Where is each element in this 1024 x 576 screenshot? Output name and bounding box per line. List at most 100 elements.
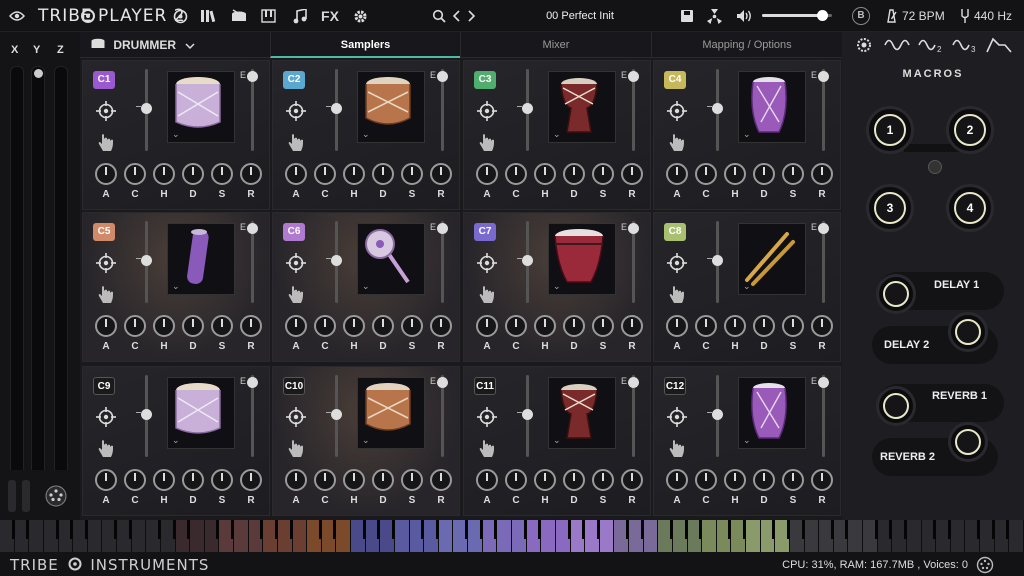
pan-slider[interactable] (628, 375, 639, 457)
hand-pointer-icon[interactable] (287, 133, 305, 153)
envelope-knob[interactable] (505, 469, 527, 491)
level-slider[interactable] (141, 69, 152, 151)
pan-slider[interactable] (628, 221, 639, 303)
piano-white-key[interactable] (1009, 520, 1024, 552)
level-slider-handle[interactable] (331, 409, 342, 420)
level-slider-handle[interactable] (522, 255, 533, 266)
pan-slider-handle[interactable] (818, 223, 829, 234)
pan-slider[interactable] (247, 375, 258, 457)
cell-id-badge[interactable]: C11 (474, 377, 496, 395)
pan-slider-handle[interactable] (437, 377, 448, 388)
edit-label[interactable]: E (430, 376, 436, 386)
hand-pointer-icon[interactable] (668, 439, 686, 459)
edit-label[interactable]: E (811, 222, 817, 232)
envelope-knob[interactable] (240, 469, 262, 491)
pan-slider[interactable] (437, 375, 448, 457)
envelope-knob[interactable] (811, 469, 833, 491)
level-slider-handle[interactable] (141, 255, 152, 266)
envelope-knob[interactable] (285, 163, 307, 185)
preset-name[interactable]: 00 Perfect Init (490, 6, 670, 26)
hand-pointer-icon[interactable] (478, 439, 496, 459)
cell-id-badge[interactable]: C12 (664, 377, 686, 395)
speaker-icon[interactable] (734, 0, 754, 32)
piano-white-key[interactable] (950, 520, 966, 552)
prev-preset-icon[interactable] (449, 0, 463, 32)
envelope-knob[interactable] (724, 315, 746, 337)
tab-mixer[interactable]: Mixer (460, 32, 651, 58)
piano-keyboard[interactable] (0, 520, 1024, 552)
cell-id-badge[interactable]: C5 (93, 223, 115, 241)
pan-slider-handle[interactable] (437, 71, 448, 82)
drum-thumbnail[interactable]: E ⌄ (738, 222, 817, 295)
envelope-knob[interactable] (95, 469, 117, 491)
cell-id-badge[interactable]: C9 (93, 377, 115, 395)
pan-slider-handle[interactable] (247, 71, 258, 82)
volume-knob[interactable] (816, 10, 828, 21)
drum-thumbnail[interactable]: E ⌄ (548, 376, 627, 449)
cell-id-badge[interactable]: C3 (474, 71, 496, 89)
edit-label[interactable]: E (621, 222, 627, 232)
pan-slider-handle[interactable] (818, 377, 829, 388)
level-slider[interactable] (141, 375, 152, 457)
level-slider-handle[interactable] (331, 103, 342, 114)
envelope-knob[interactable] (372, 163, 394, 185)
level-slider[interactable] (331, 69, 342, 151)
macro-tab-icon[interactable] (854, 36, 874, 54)
envelope-knob[interactable] (666, 469, 688, 491)
hand-pointer-icon[interactable] (97, 439, 115, 459)
piano-white-key[interactable] (848, 520, 864, 552)
envelope-knob[interactable] (182, 469, 204, 491)
delay1-knob[interactable] (876, 274, 916, 314)
edit-label[interactable]: E (240, 70, 246, 80)
edit-label[interactable]: E (240, 376, 246, 386)
level-slider[interactable] (712, 69, 723, 151)
envelope-knob[interactable] (592, 469, 614, 491)
piano-white-key[interactable] (438, 520, 454, 552)
macro-knob-3[interactable]: 3 (866, 184, 914, 232)
piano-white-key[interactable] (131, 520, 147, 552)
envelope-knob[interactable] (211, 469, 233, 491)
envelope-knob[interactable] (592, 315, 614, 337)
envelope-knob[interactable] (343, 315, 365, 337)
library-icon[interactable] (198, 0, 218, 32)
envelope-knob[interactable] (124, 163, 146, 185)
chevron-down-icon[interactable]: ⌄ (743, 129, 751, 140)
envelope-knob[interactable] (782, 315, 804, 337)
level-slider-handle[interactable] (522, 103, 533, 114)
macro-knob-2[interactable]: 2 (946, 106, 994, 154)
envelope-knob[interactable] (211, 315, 233, 337)
envelope-knob[interactable] (695, 163, 717, 185)
envelope-knob[interactable] (314, 469, 336, 491)
macro-knob-1[interactable]: 1 (866, 106, 914, 154)
fx-button[interactable]: FX (318, 0, 342, 32)
chevron-down-icon[interactable]: ⌄ (362, 435, 370, 446)
x-slider[interactable] (10, 66, 24, 496)
pan-slider-handle[interactable] (437, 223, 448, 234)
midi-settings-icon[interactable] (976, 556, 994, 574)
level-slider-handle[interactable] (141, 409, 152, 420)
chevron-down-icon[interactable]: ⌄ (172, 435, 180, 446)
envelope-knob[interactable] (182, 163, 204, 185)
pan-slider-handle[interactable] (247, 377, 258, 388)
envelope-knob[interactable] (621, 315, 643, 337)
envelope-knob[interactable] (182, 315, 204, 337)
keyboard-icon[interactable] (258, 0, 278, 32)
envelope-knob[interactable] (476, 163, 498, 185)
level-slider[interactable] (522, 375, 533, 457)
crosshair-icon[interactable] (96, 253, 116, 273)
cell-id-badge[interactable]: C6 (283, 223, 305, 241)
envelope-knob[interactable] (95, 163, 117, 185)
pan-slider-handle[interactable] (628, 377, 639, 388)
piano-white-key[interactable] (497, 520, 512, 552)
crosshair-icon[interactable] (286, 101, 306, 121)
envelope-knob[interactable] (153, 163, 175, 185)
save-icon[interactable] (678, 0, 696, 32)
crosshair-icon[interactable] (286, 253, 306, 273)
pan-slider[interactable] (247, 69, 258, 151)
chevron-down-icon[interactable]: ⌄ (743, 435, 751, 446)
envelope-knob[interactable] (666, 163, 688, 185)
envelope-knob[interactable] (782, 469, 804, 491)
hand-pointer-icon[interactable] (668, 133, 686, 153)
level-slider[interactable] (522, 221, 533, 303)
cell-id-badge[interactable]: C4 (664, 71, 686, 89)
